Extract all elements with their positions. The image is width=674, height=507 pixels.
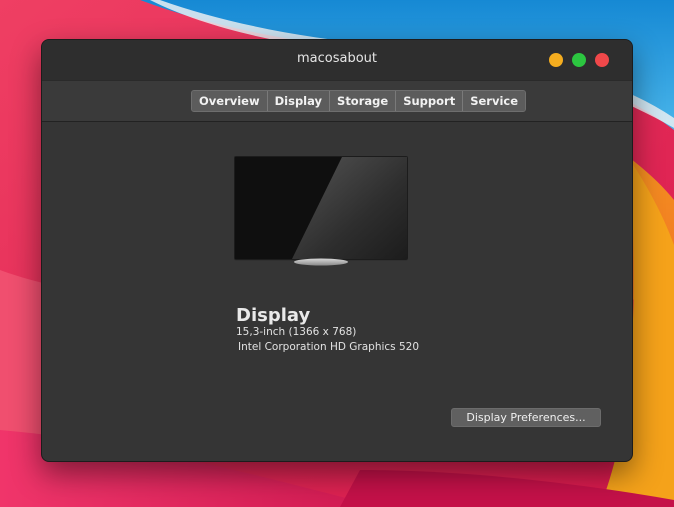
- tab-overview[interactable]: Overview: [192, 91, 267, 111]
- title-bar[interactable]: macosabout: [42, 40, 632, 80]
- toolbar: Overview Display Storage Support Service: [42, 80, 632, 122]
- close-button[interactable]: [595, 53, 609, 67]
- tab-display[interactable]: Display: [266, 91, 330, 111]
- display-icon: [234, 156, 408, 266]
- about-window: macosabout Overview Display Storage Supp…: [41, 39, 633, 462]
- window-controls: [549, 53, 609, 67]
- tab-support[interactable]: Support: [395, 91, 463, 111]
- display-preferences-button[interactable]: Display Preferences...: [451, 408, 601, 427]
- tab-storage[interactable]: Storage: [329, 91, 396, 111]
- tab-service[interactable]: Service: [462, 91, 526, 111]
- maximize-button[interactable]: [572, 53, 586, 67]
- display-size: 15,3-inch (1366 x 768): [236, 326, 357, 338]
- display-heading: Display: [236, 305, 311, 326]
- graphics-card: Intel Corporation HD Graphics 520: [238, 341, 420, 353]
- display-panel: Display 15,3-inch (1366 x 768) Intel Cor…: [42, 121, 632, 461]
- minimize-button[interactable]: [549, 53, 563, 67]
- window-title: macosabout: [296, 51, 377, 66]
- segmented-tabs: Overview Display Storage Support Service: [191, 90, 527, 112]
